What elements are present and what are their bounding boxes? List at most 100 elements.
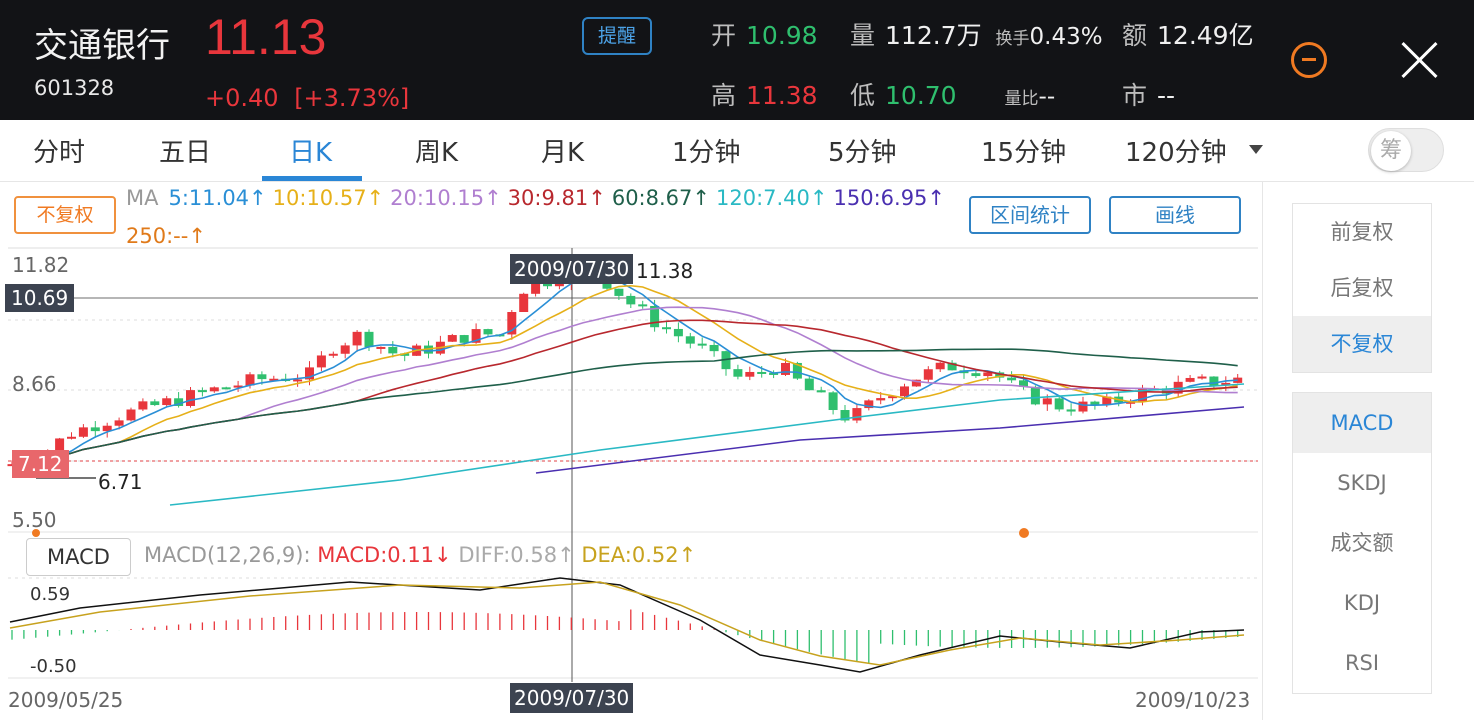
candle-body [757, 371, 767, 374]
crosshair-date-tag-bottom: 2009/07/30 [510, 683, 634, 713]
candle-body [852, 408, 862, 421]
candle-body [745, 371, 755, 377]
candle-body [447, 335, 457, 342]
x-axis-end: 2009/10/23 [1135, 688, 1251, 712]
option-no-adjust[interactable]: 不复权 [1293, 316, 1431, 372]
candle-body [90, 427, 100, 432]
dea-line [9, 581, 1245, 666]
candle-body [340, 345, 350, 354]
ma-item: 30:9.81↑ [507, 186, 606, 210]
candle-body [1054, 398, 1064, 410]
macd-legend: MACD(12,26,9): MACD:0.11↓ DIFF:0.58↑ DEA… [144, 543, 696, 567]
candle-body [971, 373, 981, 377]
ma-item: 5:11.04↑ [168, 186, 267, 210]
range-stats-button[interactable]: 区间统计 [969, 196, 1091, 234]
candle-body [352, 331, 362, 346]
candle-body [257, 374, 267, 380]
candle-body [804, 378, 814, 391]
adjust-mode-list: 前复权 后复权 不复权 [1292, 203, 1432, 373]
candle-body [388, 346, 398, 354]
macd-params: MACD(12,26,9): [144, 543, 311, 567]
indicator-turnover[interactable]: 成交额 [1293, 513, 1431, 573]
macd-y-bottom: -0.50 [30, 656, 77, 677]
kline-chart[interactable] [0, 0, 1262, 720]
candle-body [1197, 376, 1207, 379]
x-axis-start: 2009/05/25 [8, 688, 124, 712]
candle-body [1042, 398, 1052, 405]
candle-body [483, 329, 493, 335]
ma-legend: MA 5:11.04↑ 10:10.57↑ 20:10.15↑ 30:9.81↑ 60:8… [126, 186, 957, 210]
candle-body [162, 398, 172, 406]
ma-item: 60:8.67↑ [611, 186, 710, 210]
chip-distribution-toggle[interactable]: 筹 [1368, 128, 1444, 172]
diff-value: DIFF:0.58↑ [458, 543, 575, 567]
candle-body [673, 328, 683, 337]
dea-value: DEA:0.52↑ [581, 543, 697, 567]
candle-body [293, 379, 303, 382]
candle-body [1007, 377, 1017, 381]
ma-item: 20:10.15↑ [390, 186, 502, 210]
ma250-legend: 250:--↑ [126, 224, 206, 248]
crosshair-price-tag: 10.69 [5, 284, 75, 312]
option-backward-adjust[interactable]: 后复权 [1293, 260, 1431, 316]
indicator-macd[interactable]: MACD [1293, 393, 1431, 453]
left-price-tag: 7.12 [12, 450, 69, 478]
ma5-line [11, 277, 1238, 466]
candle-body [923, 369, 933, 380]
candle-body [697, 343, 707, 346]
y-axis-mid: 8.66 [12, 372, 57, 396]
ma20-line [11, 306, 1238, 466]
close-icon[interactable] [1398, 38, 1442, 82]
candle-body [614, 288, 624, 296]
candle-body [900, 386, 909, 397]
macd-y-top: 0.59 [30, 584, 71, 605]
candle-body [78, 427, 88, 437]
crosshair-date-tag-top: 2009/07/30 [510, 254, 634, 284]
candle-body [138, 401, 148, 410]
candle-body [197, 390, 207, 393]
ma-item: 120:7.40↑ [715, 186, 828, 210]
candle-body [126, 409, 136, 421]
draw-line-button[interactable]: 画线 [1109, 196, 1241, 234]
candle-body [519, 293, 529, 313]
candle-body [186, 390, 195, 406]
candle-body [876, 398, 886, 401]
candle-body [828, 392, 838, 411]
candle-body [67, 436, 76, 439]
indicator-rsi[interactable]: RSI [1293, 633, 1431, 693]
macd-value: MACD:0.11↓ [317, 543, 452, 567]
candle-body [935, 362, 945, 370]
candle-body [709, 344, 719, 352]
marker-dot [1019, 528, 1029, 538]
candle-body [1066, 409, 1076, 412]
candle-body [1030, 386, 1040, 405]
candle-body [328, 353, 338, 356]
candle-body [209, 387, 219, 392]
candle-body [316, 355, 326, 368]
adjust-mode-button[interactable]: 不复权 [14, 196, 116, 234]
option-forward-adjust[interactable]: 前复权 [1293, 204, 1431, 260]
ma-prefix: MA [126, 186, 159, 210]
candle-body [662, 327, 671, 330]
app: 交通银行 601328 11.13 +0.40 [+3.73%] 提醒 开 10.… [0, 0, 1474, 720]
candle-body [364, 331, 374, 348]
candle-body [733, 369, 743, 377]
ma250-value: 250:--↑ [126, 224, 206, 248]
y-axis-top: 11.82 [12, 253, 70, 277]
candle-body [459, 335, 469, 343]
candle-body [1209, 376, 1219, 386]
candle-body [685, 336, 695, 344]
candle-body [554, 283, 564, 287]
remove-watch-icon[interactable] [1291, 42, 1327, 78]
macd-indicator-button[interactable]: MACD [26, 538, 131, 576]
high-marker: 11.38 [636, 259, 694, 283]
candle-body [638, 304, 648, 307]
indicator-skdj[interactable]: SKDJ [1293, 453, 1431, 513]
candle-body [1185, 377, 1195, 382]
ma150-line [535, 406, 1245, 474]
diff-line [9, 577, 1245, 673]
y-axis-bottom: 5.50 [12, 508, 57, 532]
candle-body [221, 387, 231, 390]
low-marker: 6.71 [98, 470, 143, 494]
indicator-kdj[interactable]: KDJ [1293, 573, 1431, 633]
